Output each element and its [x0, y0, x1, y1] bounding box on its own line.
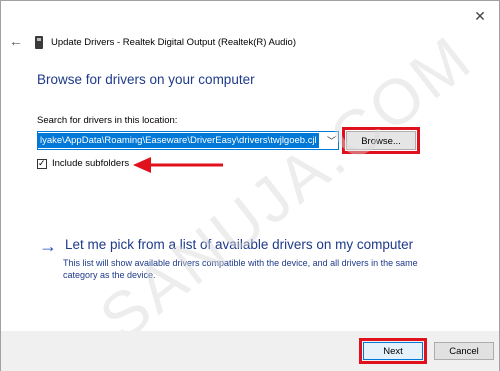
browse-button[interactable]: Browse... [346, 131, 416, 150]
watermark: SANUJA.COM [86, 21, 486, 355]
search-path-combobox[interactable]: lyake\AppData\Roaming\Easeware\DriverEas… [37, 131, 339, 150]
back-arrow-icon[interactable]: ← [9, 33, 27, 49]
search-location-label: Search for drivers in this location: [37, 115, 178, 126]
title-row: Update Drivers - Realtek Digital Output … [35, 36, 296, 49]
include-subfolders-checkbox[interactable]: ✓ [37, 157, 47, 169]
chevron-down-icon[interactable]: ﹀ [327, 134, 336, 147]
next-button[interactable]: Next [363, 342, 423, 360]
close-icon[interactable]: ✕ [469, 7, 491, 25]
update-drivers-dialog: ✕ ← Update Drivers - Realtek Digital Out… [0, 0, 500, 371]
window-title: Update Drivers - Realtek Digital Output … [51, 37, 296, 48]
search-path-input[interactable]: lyake\AppData\Roaming\Easeware\DriverEas… [38, 133, 319, 148]
pick-from-list-option[interactable]: → Let me pick from a list of available d… [39, 237, 413, 255]
checkmark-icon: ✓ [38, 157, 46, 168]
device-icon [35, 36, 43, 49]
include-subfolders-row[interactable]: ✓ Include subfolders [37, 158, 129, 169]
pick-from-list-link[interactable]: Let me pick from a list of available dri… [65, 237, 413, 253]
red-arrow-annotation [133, 157, 223, 173]
include-subfolders-label: Include subfolders [52, 158, 130, 169]
pick-from-list-description: This list will show available drivers co… [63, 258, 418, 280]
cancel-button[interactable]: Cancel [434, 342, 494, 360]
page-heading: Browse for drivers on your computer [37, 72, 255, 87]
right-arrow-icon: → [39, 236, 57, 256]
